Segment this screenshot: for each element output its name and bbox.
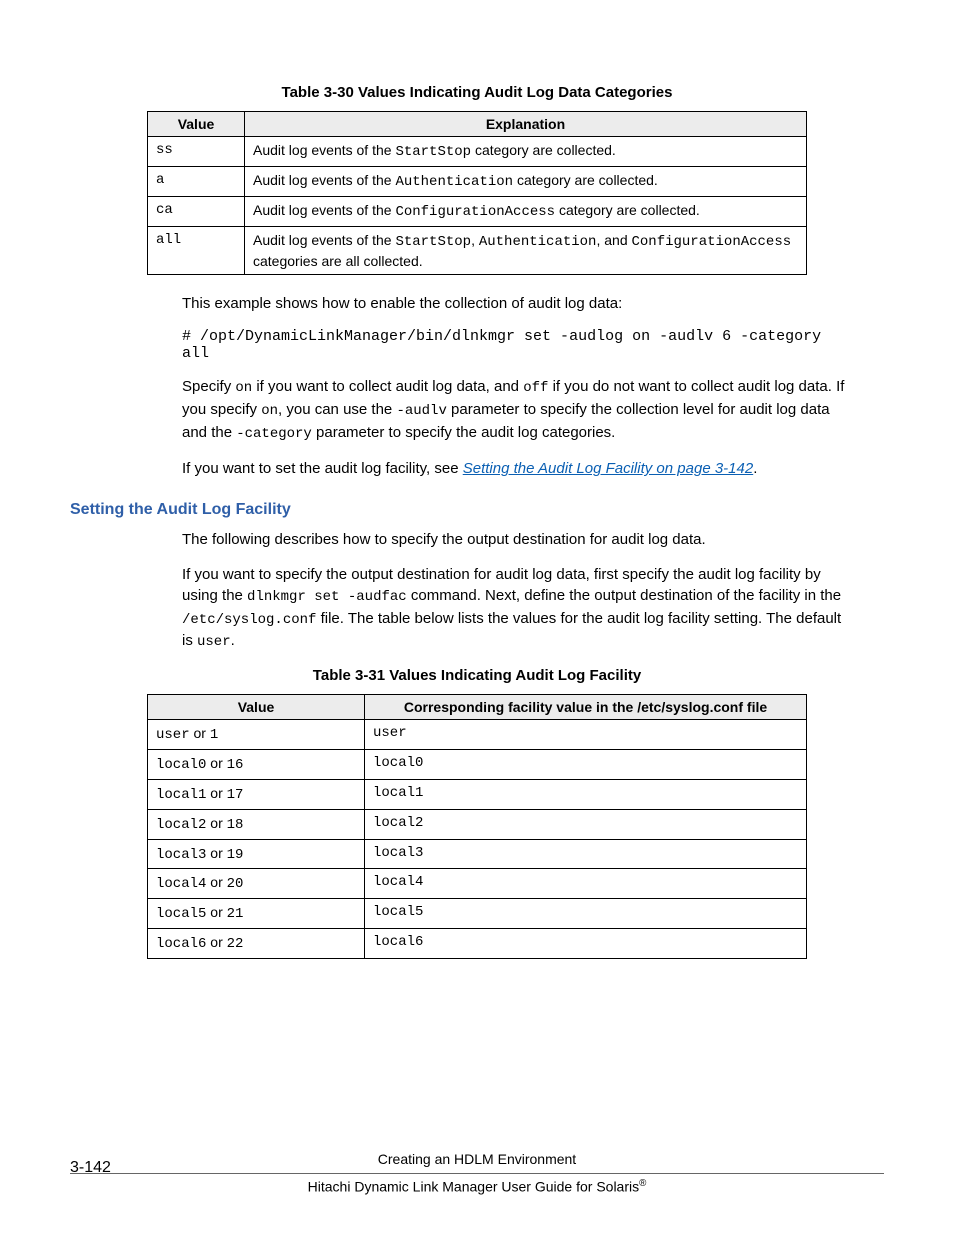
table-row: user or 1user [148, 720, 807, 750]
table-cell-value: local3 or 19 [148, 839, 365, 869]
table-31-caption: Table 3-31 Values Indicating Audit Log F… [70, 667, 884, 684]
table-30-caption: Table 3-30 Values Indicating Audit Log D… [70, 84, 884, 101]
table-cell-explanation: Audit log events of the ConfigurationAcc… [245, 196, 807, 226]
table-row: local3 or 19local3 [148, 839, 807, 869]
table-cell-explanation: Audit log events of the Authentication c… [245, 166, 807, 196]
table-cell-value: ss [148, 137, 245, 167]
paragraph-see-facility: If you want to set the audit log facilit… [182, 458, 854, 479]
table-row: local5 or 21local5 [148, 899, 807, 929]
table-30-header-value: Value [148, 112, 245, 137]
table-cell-value: local6 or 22 [148, 929, 365, 959]
section-heading-audit-log-facility: Setting the Audit Log Facility [70, 501, 884, 519]
table-cell-corr: local0 [365, 749, 807, 779]
table-cell-corr: local1 [365, 779, 807, 809]
table-cell-value: local4 or 20 [148, 869, 365, 899]
table-row: local4 or 20local4 [148, 869, 807, 899]
table-cell-corr: user [365, 720, 807, 750]
table-cell-explanation: Audit log events of the StartStop catego… [245, 137, 807, 167]
page-footer: Creating an HDLM Environment Hitachi Dyn… [70, 1151, 884, 1195]
table-cell-value: local0 or 16 [148, 749, 365, 779]
cross-reference-link[interactable]: Setting the Audit Log Facility on page 3… [463, 460, 753, 477]
table-cell-value: a [148, 166, 245, 196]
table-cell-value: local5 or 21 [148, 899, 365, 929]
paragraph-facility-instructions: If you want to specify the output destin… [182, 564, 854, 653]
table-row: ss Audit log events of the StartStop cat… [148, 137, 807, 167]
table-cell-value: ca [148, 196, 245, 226]
table-31: Value Corresponding facility value in th… [147, 694, 807, 959]
table-cell-corr: local3 [365, 839, 807, 869]
table-30-header-explanation: Explanation [245, 112, 807, 137]
table-cell-corr: local2 [365, 809, 807, 839]
table-31-header-value: Value [148, 695, 365, 720]
table-row: local6 or 22local6 [148, 929, 807, 959]
table-cell-value: local2 or 18 [148, 809, 365, 839]
table-cell-value: local1 or 17 [148, 779, 365, 809]
table-row: ca Audit log events of the Configuration… [148, 196, 807, 226]
footer-doc-title: Hitachi Dynamic Link Manager User Guide … [70, 1173, 884, 1195]
table-cell-corr: local4 [365, 869, 807, 899]
command-block: # /opt/DynamicLinkManager/bin/dlnkmgr se… [182, 328, 854, 362]
table-row: local1 or 17local1 [148, 779, 807, 809]
paragraph-specify-on-off: Specify on if you want to collect audit … [182, 376, 854, 444]
table-row: a Audit log events of the Authentication… [148, 166, 807, 196]
table-row: all Audit log events of the StartStop, A… [148, 226, 807, 275]
table-cell-explanation: Audit log events of the StartStop, Authe… [245, 226, 807, 275]
paragraph-example-intro: This example shows how to enable the col… [182, 293, 854, 314]
document-page: Table 3-30 Values Indicating Audit Log D… [0, 0, 954, 1235]
table-cell-corr: local5 [365, 899, 807, 929]
table-row: local0 or 16local0 [148, 749, 807, 779]
table-30: Value Explanation ss Audit log events of… [147, 111, 807, 275]
table-row: local2 or 18local2 [148, 809, 807, 839]
paragraph-facility-intro: The following describes how to specify t… [182, 529, 854, 550]
table-cell-corr: local6 [365, 929, 807, 959]
footer-chapter-title: Creating an HDLM Environment [70, 1151, 884, 1167]
table-31-header-corr: Corresponding facility value in the /etc… [365, 695, 807, 720]
table-cell-value: all [148, 226, 245, 275]
table-cell-value: user or 1 [148, 720, 365, 750]
